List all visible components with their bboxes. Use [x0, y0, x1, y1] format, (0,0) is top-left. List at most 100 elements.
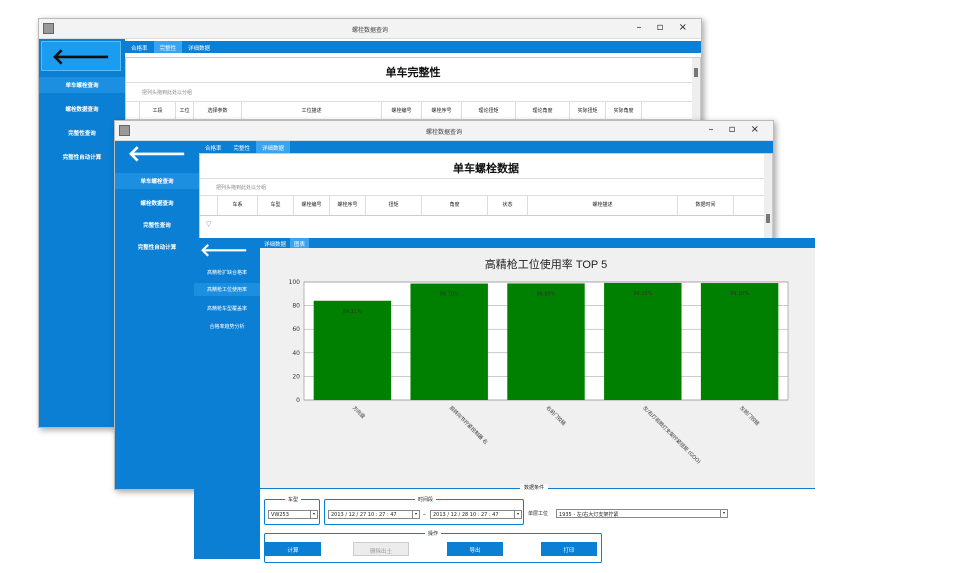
x-tick-label: 左/右灯前照灯支架拧紧扭矩 (GOO)	[641, 404, 702, 465]
title-bar: 螺栓数据查询 – ▫ ×	[39, 19, 701, 39]
sidebar-item-bolt-data[interactable]: 螺栓数据查询	[115, 195, 199, 211]
calculate-button[interactable]: 计算	[265, 542, 321, 556]
title-bar: 螺栓数据查询 – ▫ ×	[115, 121, 773, 141]
column-header[interactable]: 螺栓序号	[422, 102, 462, 119]
column-header[interactable]: 理论角度	[516, 102, 570, 119]
conditions-panel: 数据条件 车型 VW253 ▾ 时间段 2013 / 12 / 27 10 : …	[260, 484, 815, 563]
column-header[interactable]: 车型	[258, 196, 294, 215]
y-tick-label: 100	[289, 279, 301, 286]
y-tick-label: 0	[296, 397, 300, 404]
arrow-left-icon: 🡐	[51, 45, 111, 70]
column-header[interactable]: 扭矩	[366, 196, 422, 215]
x-tick-label: 前转向节拧紧控制器 右	[448, 404, 489, 445]
tab-detail[interactable]: 详细数据	[182, 41, 216, 53]
tab-detail[interactable]: 详细数据	[260, 238, 290, 248]
column-header[interactable]: 螺栓编号	[294, 196, 330, 215]
data-label: 99.10%	[730, 291, 749, 297]
data-label: 84.11%	[343, 309, 362, 315]
window-title: 螺栓数据查询	[425, 129, 462, 136]
operations-group: 操作 计算 删除出土 导出 打印	[264, 530, 602, 563]
back-button[interactable]: 🡐	[117, 141, 197, 167]
chevron-down-icon[interactable]: ▾	[514, 511, 521, 518]
table-header: 工段 工位 选择参数 工位描述 螺栓编号 螺栓序号 理论扭矩 理论角度 实际扭矩…	[126, 102, 700, 120]
station-select[interactable]: 1935 - 左/右大灯支架拧紧 ▾	[556, 509, 728, 518]
column-header[interactable]: 工段	[140, 102, 176, 119]
period-group-label: 时间段	[415, 496, 437, 503]
tab-bar: 合格率 完整性 详细数据	[199, 141, 773, 153]
x-tick-label: 方向盘	[351, 404, 367, 420]
sidebar-item-trend[interactable]: 合格率趋势分析	[194, 320, 260, 333]
export-button[interactable]: 导出	[447, 542, 503, 556]
delete-button[interactable]: 删除出土	[353, 542, 409, 556]
column-header[interactable]: 工位	[176, 102, 194, 119]
scrollbar-thumb[interactable]	[694, 68, 698, 77]
range-separator: –	[423, 511, 426, 518]
y-tick-label: 40	[292, 350, 300, 357]
scrollbar-thumb[interactable]	[766, 214, 770, 223]
station-value: 1935 - 左/右大灯支架拧紧	[559, 512, 619, 518]
group-by-hint[interactable]: 把列头拖到此处以分组	[126, 82, 700, 102]
back-button[interactable]: 🡐	[41, 41, 121, 71]
window-controls[interactable]: – ▫ ×	[636, 22, 693, 33]
window-chart: 🡐 高精枪扩缺合格率 高精枪工位使用率 高精枪车型覆盖率 合格率趋势分析 详细数…	[194, 238, 815, 563]
sidebar-item-integrity-auto[interactable]: 完整性自动计算	[115, 239, 199, 255]
tab-detail[interactable]: 详细数据	[256, 141, 291, 153]
window-controls[interactable]: – ▫ ×	[708, 124, 765, 135]
data-label: 99.20%	[633, 291, 652, 297]
sidebar-item-integrity[interactable]: 完整性查询	[115, 217, 199, 233]
group-by-hint[interactable]: 把列头拖到此处以分组	[200, 178, 772, 196]
column-header[interactable]: 车系	[218, 196, 258, 215]
bar	[700, 283, 779, 400]
tab-pass-rate[interactable]: 合格率	[125, 41, 154, 53]
chevron-down-icon[interactable]: ▾	[720, 510, 727, 517]
vehicle-group-label: 车型	[285, 496, 302, 503]
tab-chart[interactable]: 图表	[290, 238, 310, 248]
panel-title: 单车螺栓数据	[453, 162, 519, 175]
tab-bar: 合格率 完整性 详细数据	[125, 41, 701, 53]
tab-integrity[interactable]: 完整性	[228, 141, 257, 153]
column-header[interactable]: 数据时间	[678, 196, 734, 215]
column-header[interactable]: 螺栓编号	[382, 102, 422, 119]
column-header[interactable]: 实际扭矩	[570, 102, 606, 119]
start-time-input[interactable]: 2013 / 12 / 27 10 : 27 : 47 ▾	[328, 510, 420, 519]
sidebar: 🡐 单车螺栓查询 螺栓数据查询 完整性查询 完整性自动计算	[39, 39, 125, 427]
print-button[interactable]: 打印	[541, 542, 597, 556]
sidebar-item-pass-rate[interactable]: 高精枪扩缺合格率	[194, 266, 260, 279]
vehicle-select[interactable]: VW253 ▾	[268, 510, 318, 519]
data-label: 98.70%	[440, 292, 459, 298]
bar	[507, 283, 585, 400]
station-label: 单层工位	[528, 511, 549, 517]
sidebar-item-single-car-bolts[interactable]: 单车螺栓查询	[115, 173, 199, 189]
column-header[interactable]: 实际角度	[606, 102, 642, 119]
sidebar-item-bolt-data[interactable]: 螺栓数据查询	[39, 101, 125, 117]
column-header[interactable]: 工位描述	[242, 102, 382, 119]
back-button[interactable]: 🡐	[194, 240, 254, 264]
column-header[interactable]: 选择参数	[194, 102, 242, 119]
column-header[interactable]: 理论扭矩	[462, 102, 516, 119]
period-group: 时间段 2013 / 12 / 27 10 : 27 : 47 ▾ – 2013…	[324, 496, 524, 525]
chevron-down-icon[interactable]: ▾	[310, 511, 317, 518]
filter-icon[interactable]: ▽	[206, 220, 211, 228]
column-header[interactable]: 状态	[488, 196, 528, 215]
column-header[interactable]: 角度	[422, 196, 488, 215]
x-tick-label: 左前门铰链	[738, 404, 761, 427]
arrow-left-icon: 🡐	[127, 142, 187, 167]
column-header[interactable]: 螺栓描述	[528, 196, 678, 215]
sidebar-item-model-coverage[interactable]: 高精枪车型覆盖率	[194, 302, 260, 315]
row-indicator	[200, 196, 218, 215]
column-header[interactable]: 螺栓序号	[330, 196, 366, 215]
bar	[410, 283, 488, 400]
bar-chart: 高精枪工位使用率 TOP 5 0 20 40 60 80 100 84.11% 方向盘 98.70…	[289, 257, 789, 465]
row-indicator	[126, 102, 140, 119]
operations-group-label: 操作	[425, 530, 442, 537]
window-title: 螺栓数据查询	[351, 27, 388, 34]
end-time-input[interactable]: 2013 / 12 / 28 10 : 27 : 47 ▾	[430, 510, 522, 519]
sidebar-item-integrity-auto[interactable]: 完整性自动计算	[39, 149, 125, 165]
tab-bar: 详细数据 图表	[260, 238, 815, 248]
tab-pass-rate[interactable]: 合格率	[199, 141, 228, 153]
chevron-down-icon[interactable]: ▾	[412, 511, 419, 518]
sidebar-item-station-usage[interactable]: 高精枪工位使用率	[194, 283, 260, 296]
sidebar-item-single-car-bolts[interactable]: 单车螺栓查询	[39, 77, 125, 93]
tab-integrity[interactable]: 完整性	[153, 41, 183, 53]
sidebar-item-integrity[interactable]: 完整性查询	[39, 125, 125, 141]
